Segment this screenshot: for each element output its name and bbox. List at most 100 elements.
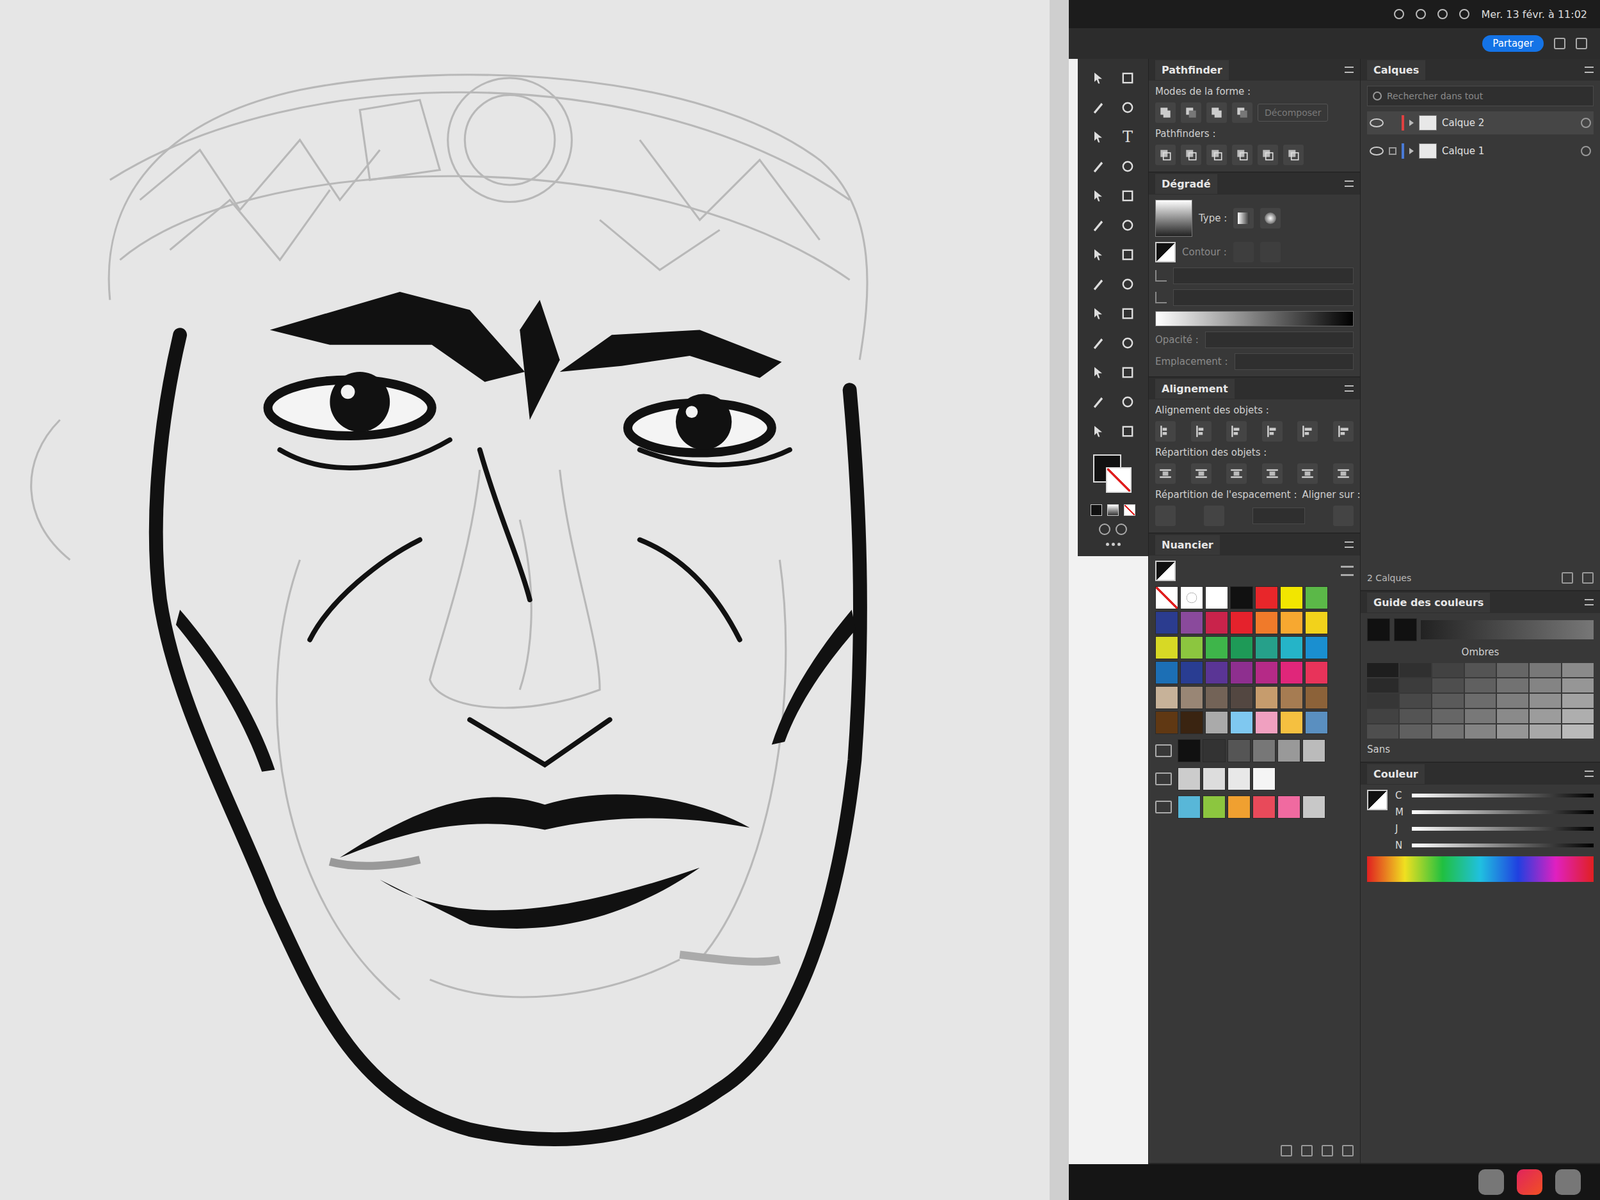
swatch[interactable] [1180,686,1204,710]
tool-button[interactable] [1085,330,1112,356]
ratio-field[interactable] [1173,289,1354,306]
spacing-field[interactable] [1252,507,1305,525]
variation-cell[interactable] [1562,663,1594,678]
variation-cell[interactable] [1529,709,1561,724]
swatch[interactable] [1304,686,1328,710]
tool-button[interactable] [1114,241,1141,268]
swatch-group[interactable] [1155,767,1354,791]
fill-stroke-swatch[interactable] [1090,451,1136,497]
variation-cell[interactable] [1399,678,1432,693]
swatch[interactable] [1230,636,1254,660]
library-icon[interactable] [1280,1144,1293,1157]
panel-tab[interactable]: Alignement [1155,378,1235,399]
distribute-button[interactable] [1262,463,1283,484]
pathfinder-button[interactable] [1155,144,1176,166]
tool-button[interactable] [1085,300,1112,327]
variation-cell[interactable] [1529,678,1561,693]
swatch[interactable] [1180,611,1204,635]
panel-tab[interactable]: Couleur [1367,764,1425,784]
variation-cell[interactable] [1399,724,1432,739]
shape-mode-button[interactable] [1180,102,1202,123]
distribute-button[interactable] [1297,463,1318,484]
pathfinder-button[interactable] [1232,144,1253,166]
trash-icon[interactable] [1555,1169,1581,1195]
shape-mode-button[interactable] [1232,102,1253,123]
channel-slider[interactable] [1411,826,1594,831]
pathfinder-button[interactable] [1283,144,1304,166]
swatch[interactable] [1280,586,1304,610]
panel-menu-icon[interactable] [1584,770,1594,777]
tool-button[interactable] [1114,271,1141,297]
tool-button[interactable] [1085,183,1112,209]
panel-menu-icon[interactable] [1344,180,1354,187]
tool-button[interactable]: T [1114,124,1141,150]
swatch[interactable] [1252,739,1276,763]
swatch[interactable] [1304,711,1328,735]
panel-tab[interactable]: Nuancier [1155,535,1220,555]
color-spectrum[interactable] [1367,856,1594,882]
swatch[interactable] [1280,661,1304,685]
fill-stroke-icon[interactable] [1155,241,1176,263]
swatch[interactable] [1155,611,1179,635]
creative-cloud-icon[interactable] [1516,1169,1543,1195]
swatch-group[interactable] [1155,795,1354,819]
variation-cell[interactable] [1464,709,1497,724]
tool-button[interactable] [1085,241,1112,268]
swatch[interactable] [1155,686,1179,710]
opacity-field[interactable] [1205,331,1354,349]
swatch[interactable] [1280,686,1304,710]
swatch[interactable] [1227,795,1251,819]
expand-icon[interactable] [1409,147,1414,155]
tool-button[interactable] [1085,418,1112,445]
eye-icon[interactable] [1369,146,1384,156]
lock-icon[interactable] [1388,147,1397,155]
swatch[interactable] [1205,586,1229,610]
pathfinder-button[interactable] [1206,144,1227,166]
swatch[interactable] [1230,686,1254,710]
variation-cell[interactable] [1432,678,1464,693]
more-tools-icon[interactable] [1105,542,1121,546]
variation-cell[interactable] [1562,678,1594,693]
align-button[interactable] [1191,421,1212,442]
expand-icon[interactable] [1409,119,1414,127]
swatch[interactable] [1177,739,1201,763]
variation-cell[interactable] [1464,678,1497,693]
list-view-icon[interactable] [1340,565,1354,576]
screen-mode-icon[interactable] [1115,523,1128,536]
variation-cell[interactable] [1399,663,1432,678]
variation-cell[interactable] [1399,693,1432,708]
variation-cell[interactable] [1464,724,1497,739]
angle-field[interactable] [1173,267,1354,285]
shape-mode-button[interactable] [1155,102,1176,123]
swatch[interactable] [1252,795,1276,819]
swatch[interactable] [1202,739,1226,763]
swatch[interactable] [1155,636,1179,660]
color-mode-icon[interactable] [1090,504,1103,516]
swatch[interactable] [1304,636,1328,660]
channel-slider[interactable] [1411,810,1594,815]
panel-menu-icon[interactable] [1344,541,1354,548]
swatch[interactable] [1304,661,1328,685]
color-channel[interactable]: J [1395,823,1594,835]
variation-cell[interactable] [1464,663,1497,678]
swatch[interactable] [1180,586,1204,610]
stroke-swatch[interactable] [1105,467,1132,493]
panel-menu-icon[interactable] [1584,599,1594,606]
variation-cell[interactable] [1529,693,1561,708]
fill-stroke-icon[interactable] [1367,789,1388,811]
variation-cell[interactable] [1562,709,1594,724]
swatch[interactable] [1180,636,1204,660]
new-layer-icon[interactable] [1561,572,1574,584]
status-icon[interactable] [1393,8,1405,20]
panel-menu-icon[interactable] [1584,66,1594,73]
variation-cell[interactable] [1432,709,1464,724]
face-illustration-icon[interactable] [0,0,1050,1176]
tool-button[interactable] [1085,124,1112,150]
draw-mode-icon[interactable] [1098,523,1111,536]
swatch[interactable] [1205,661,1229,685]
distribute-button[interactable] [1226,463,1247,484]
gradient-preview[interactable] [1155,199,1193,237]
none-mode-icon[interactable] [1123,504,1136,516]
align-button[interactable] [1262,421,1283,442]
variation-cell[interactable] [1432,693,1464,708]
